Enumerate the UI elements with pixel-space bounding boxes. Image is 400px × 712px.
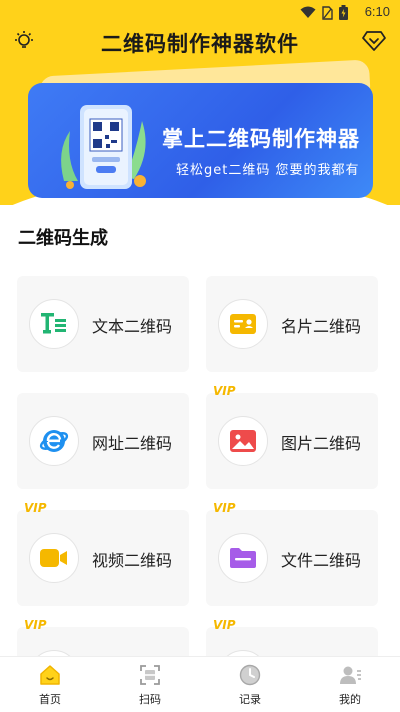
card-business-card-qr[interactable]: 名片二维码 (206, 276, 378, 372)
nav-history[interactable]: 记录 (200, 657, 300, 712)
svg-text:VIP: VIP (24, 618, 47, 631)
vip-badge-icon: VIP (213, 384, 236, 397)
browser-icon (39, 430, 69, 452)
nav-profile[interactable]: 我的 (300, 657, 400, 712)
home-icon (40, 665, 60, 685)
text-icon (41, 313, 66, 334)
profile-icon (340, 666, 361, 684)
folder-icon (230, 548, 256, 568)
promo-banner[interactable]: 掌上二维码制作神器 轻松get二维码 您要的我都有 (28, 83, 373, 198)
wifi-icon (300, 6, 316, 18)
card-icon-wrap (218, 533, 268, 583)
banner-title: 掌上二维码制作神器 (162, 127, 360, 151)
business-card-icon (230, 314, 256, 334)
vip-badge-icon: VIP (213, 501, 236, 514)
image-icon (230, 430, 256, 452)
banner-subtitle: 轻松get二维码 您要的我都有 (176, 163, 360, 178)
status-icons (300, 5, 348, 20)
card-label: 文本二维码 (92, 317, 173, 336)
card-icon-wrap (29, 299, 79, 349)
card-file-qr[interactable]: VIP 文件二维码 (206, 501, 378, 606)
nav-label: 扫码 (139, 693, 161, 706)
card-text-qr[interactable]: 文本二维码 (17, 276, 189, 372)
nav-label: 我的 (339, 693, 361, 706)
video-icon (40, 549, 67, 567)
battery-icon (339, 5, 348, 20)
no-sim-icon (322, 5, 333, 20)
svg-text:VIP: VIP (24, 501, 47, 514)
scan-icon (140, 665, 160, 685)
app-title: 二维码制作神器软件 (101, 32, 299, 56)
nav-scan[interactable]: 扫码 (100, 657, 200, 712)
card-video-qr[interactable]: VIP 视频二维码 (17, 501, 189, 606)
svg-text:VIP: VIP (213, 501, 236, 514)
card-label: 视频二维码 (92, 551, 173, 570)
nav-label: 记录 (239, 693, 261, 706)
svg-text:VIP: VIP (213, 384, 236, 397)
vip-badge-icon: VIP (213, 618, 236, 631)
card-icon-wrap (29, 416, 79, 466)
vip-badge-icon: VIP (24, 501, 47, 514)
card-url-qr[interactable]: 网址二维码 (17, 393, 189, 489)
status-bar: 6:10 (0, 0, 400, 24)
diamond-icon[interactable] (362, 30, 386, 52)
card-label: 图片二维码 (281, 434, 362, 453)
app-bar: 二维码制作神器软件 (0, 24, 400, 60)
status-time: 6:10 (364, 4, 390, 19)
card-label: 名片二维码 (281, 317, 362, 336)
card-label: 文件二维码 (281, 551, 362, 570)
nav-home[interactable]: 首页 (0, 657, 100, 712)
card-image-qr[interactable]: VIP 图片二维码 (206, 384, 378, 489)
card-icon-wrap (29, 533, 79, 583)
card-label: 网址二维码 (92, 434, 173, 453)
bottom-nav: 首页 扫码 记录 我的 (0, 656, 400, 712)
svg-text:VIP: VIP (213, 618, 236, 631)
phone-qr-illustration (61, 105, 146, 189)
history-icon (239, 664, 261, 686)
card-icon-wrap (218, 299, 268, 349)
section-title: 二维码生成 (18, 228, 108, 249)
nav-label: 首页 (39, 693, 61, 706)
vip-badge-icon: VIP (24, 618, 47, 631)
card-icon-wrap (218, 416, 268, 466)
